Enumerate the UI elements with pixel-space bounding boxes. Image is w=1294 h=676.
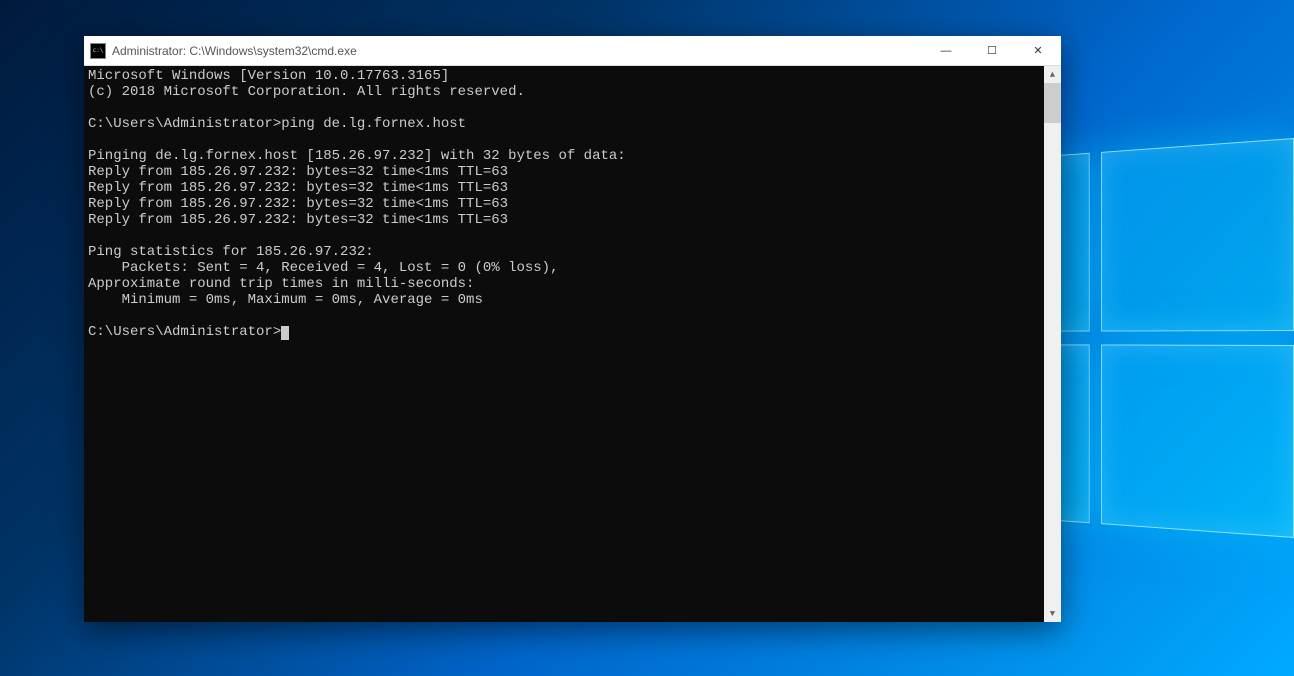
console-text: Microsoft Windows [Version 10.0.17763.31… [88,68,626,340]
logo-pane [1101,345,1294,538]
titlebar[interactable]: Administrator: C:\Windows\system32\cmd.e… [84,36,1061,66]
maximize-button[interactable]: ☐ [969,36,1015,65]
window-title: Administrator: C:\Windows\system32\cmd.e… [112,44,923,58]
maximize-icon: ☐ [987,44,997,57]
scroll-down-arrow[interactable]: ▼ [1044,605,1061,622]
window-controls: — ☐ ✕ [923,36,1061,65]
minimize-icon: — [941,45,952,57]
scroll-up-arrow[interactable]: ▲ [1044,66,1061,83]
close-button[interactable]: ✕ [1015,36,1061,65]
logo-pane [1101,138,1294,331]
console-output[interactable]: Microsoft Windows [Version 10.0.17763.31… [84,66,1061,622]
close-icon: ✕ [1033,44,1042,57]
text-cursor [281,326,289,340]
scroll-thumb[interactable] [1044,83,1061,123]
cmd-icon [90,43,106,59]
minimize-button[interactable]: — [923,36,969,65]
cmd-window: Administrator: C:\Windows\system32\cmd.e… [84,36,1061,622]
vertical-scrollbar[interactable]: ▲ ▼ [1044,66,1061,622]
